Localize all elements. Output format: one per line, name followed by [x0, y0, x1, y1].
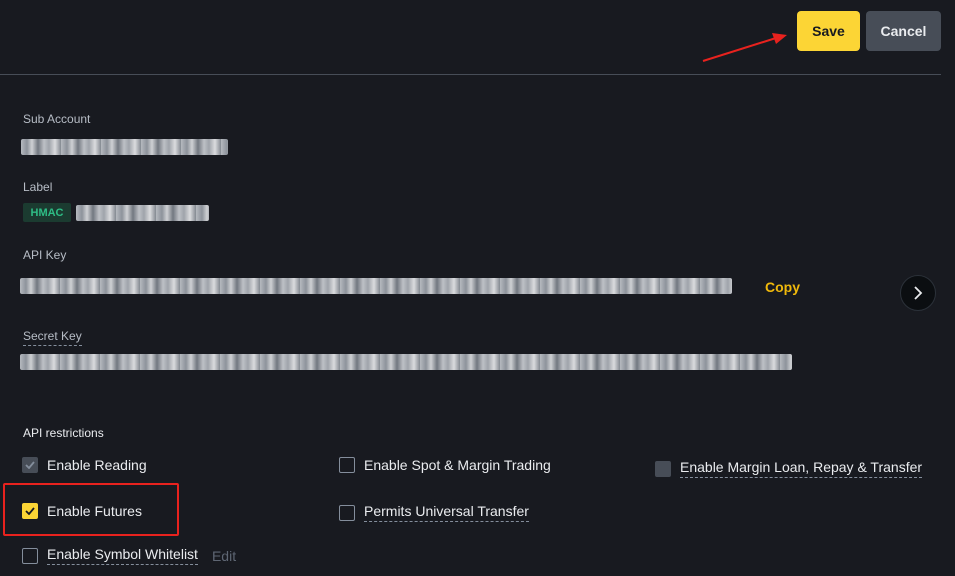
- enable-spot-margin-label: Enable Spot & Margin Trading: [364, 457, 551, 473]
- hmac-badge: HMAC: [23, 203, 71, 222]
- checkbox-box: [22, 547, 38, 564]
- label-value-redacted: [76, 205, 209, 221]
- enable-futures-checkbox[interactable]: Enable Futures: [22, 503, 142, 519]
- secret-key-value-redacted: [20, 354, 792, 370]
- edit-whitelist-link[interactable]: Edit: [212, 548, 236, 564]
- secret-key-label: Secret Key: [23, 329, 82, 346]
- check-icon: [25, 461, 35, 469]
- enable-futures-label: Enable Futures: [47, 503, 142, 519]
- enable-margin-loan-label: Enable Margin Loan, Repay & Transfer: [680, 459, 923, 478]
- api-key-value-redacted: [20, 278, 732, 294]
- check-icon: [25, 507, 35, 515]
- checkbox-box: [655, 460, 671, 477]
- label-label: Label: [23, 180, 53, 194]
- permits-universal-transfer-checkbox[interactable]: Permits Universal Transfer: [339, 503, 529, 522]
- header-divider: [0, 74, 941, 75]
- enable-reading-label: Enable Reading: [47, 457, 147, 473]
- enable-margin-loan-checkbox[interactable]: Enable Margin Loan, Repay & Transfer: [655, 459, 923, 478]
- sub-account-label: Sub Account: [23, 112, 91, 126]
- enable-symbol-whitelist-label: Enable Symbol Whitelist: [47, 546, 198, 565]
- enable-spot-margin-checkbox[interactable]: Enable Spot & Margin Trading: [339, 457, 551, 473]
- copy-button[interactable]: Copy: [765, 279, 800, 295]
- enable-symbol-whitelist-checkbox[interactable]: Enable Symbol Whitelist Edit: [22, 546, 236, 565]
- cancel-button[interactable]: Cancel: [866, 11, 941, 51]
- sub-account-value-redacted: [21, 139, 228, 155]
- chevron-right-icon: [914, 286, 923, 300]
- checkbox-box: [339, 504, 355, 521]
- api-restrictions-title: API restrictions: [23, 426, 104, 440]
- save-button[interactable]: Save: [797, 11, 860, 51]
- permits-universal-transfer-label: Permits Universal Transfer: [364, 503, 529, 522]
- checkbox-box: [22, 457, 38, 473]
- checkbox-box: [339, 457, 355, 473]
- next-button[interactable]: [900, 275, 936, 311]
- checkbox-box: [22, 503, 38, 519]
- enable-reading-checkbox[interactable]: Enable Reading: [22, 457, 147, 473]
- api-key-label: API Key: [23, 248, 67, 262]
